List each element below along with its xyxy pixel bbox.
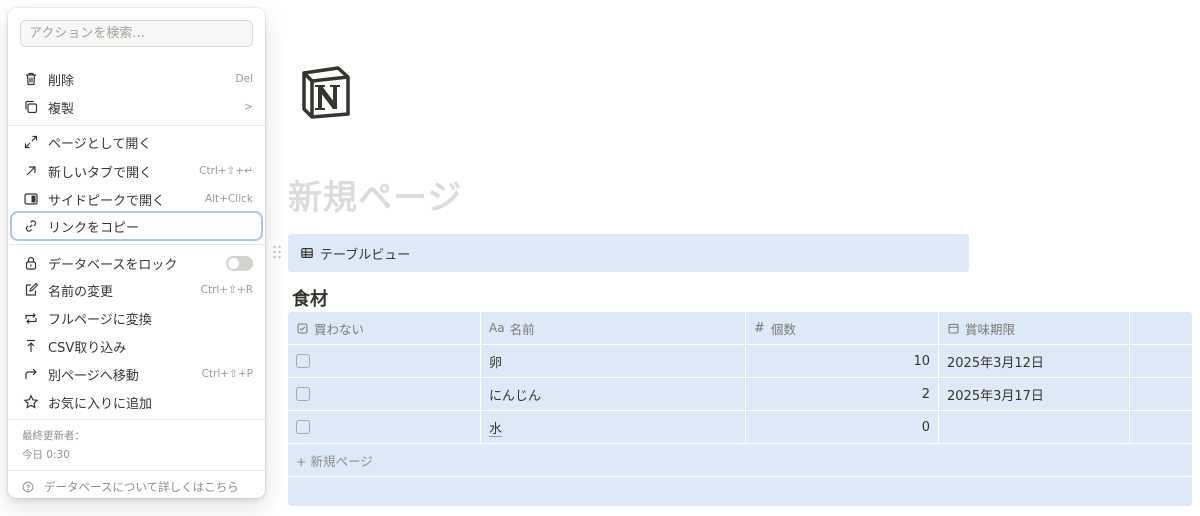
menu-item-csv-import[interactable]: CSV取り込み: [12, 333, 261, 359]
database-help-link[interactable]: データベースについて詳しくはこちら: [22, 478, 239, 496]
import-icon: [22, 337, 40, 355]
expiry-cell[interactable]: 2025年3月12日: [938, 345, 1129, 377]
context-menu: 削除 Del 複製 > ページとして開く 新しいタブで開く Ctrl+⇧+↵: [8, 8, 265, 498]
table-row[interactable]: 卵 10 2025年3月12日: [288, 345, 1192, 378]
view-tab-bar: テーブルビュー: [288, 234, 969, 272]
database-title[interactable]: 食材: [292, 285, 328, 311]
count-cell[interactable]: 10: [745, 345, 938, 377]
row-checkbox[interactable]: [296, 387, 310, 401]
help-icon: [22, 481, 34, 493]
empty-cell: [1129, 378, 1192, 410]
table-row[interactable]: にんじん 2 2025年3月17日: [288, 378, 1192, 411]
side-peek-icon: [22, 190, 40, 208]
last-edited-label: 最終更新者：: [22, 430, 85, 442]
menu-divider: [8, 244, 265, 245]
lock-icon: [22, 254, 40, 272]
menu-item-open-as-page[interactable]: ページとして開く: [12, 129, 261, 155]
empty-cell: [1129, 411, 1192, 443]
row-checkbox-cell: [288, 411, 480, 443]
row-checkbox[interactable]: [296, 354, 310, 368]
page: 削除 Del 複製 > ページとして開く 新しいタブで開く Ctrl+⇧+↵: [0, 0, 1200, 516]
last-edited-time: 今日 0:30: [22, 449, 70, 461]
table-row[interactable]: 水 0: [288, 411, 1192, 444]
expiry-cell[interactable]: 2025年3月17日: [938, 378, 1129, 410]
name-cell[interactable]: 卵: [480, 345, 745, 377]
new-page-button[interactable]: + 新規ページ: [296, 444, 373, 476]
expiry-cell[interactable]: [938, 411, 1129, 443]
notion-logo-icon: [302, 66, 350, 119]
menu-divider: [8, 125, 265, 126]
menu-item-lock-database[interactable]: データベースをロック: [12, 250, 261, 276]
count-cell[interactable]: 0: [745, 411, 938, 443]
menu-item-open-new-tab[interactable]: 新しいタブで開く Ctrl+⇧+↵: [12, 158, 261, 184]
menu-item-duplicate[interactable]: 複製 >: [12, 94, 261, 120]
database-table: 買わない Aa 名前 # 個数 賞味期限 卵 10 2025年3月12日 にんじ…: [288, 312, 1192, 506]
count-cell[interactable]: 2: [745, 378, 938, 410]
number-icon: #: [754, 320, 765, 336]
name-cell[interactable]: 水: [480, 411, 745, 443]
link-icon: [22, 217, 40, 235]
menu-item-delete[interactable]: 削除 Del: [12, 66, 261, 92]
row-checkbox-cell: [288, 378, 480, 410]
new-row-bar: + 新規ページ: [288, 444, 1192, 477]
menu-item-add-favorite[interactable]: お気に入りに追加: [12, 389, 261, 415]
column-header-checkbox[interactable]: 買わない: [288, 312, 480, 344]
table-icon: [301, 248, 313, 258]
menu-item-convert-full-page[interactable]: フルページに変換: [12, 305, 261, 331]
menu-item-open-side-peek[interactable]: サイドピークで開く Alt+Click: [12, 186, 261, 212]
calendar-icon: [948, 323, 959, 333]
tab-table-view[interactable]: テーブルビュー: [320, 244, 410, 263]
menu-item-copy-link[interactable]: リンクをコピー: [12, 213, 261, 239]
arrow-up-right-icon: [22, 162, 40, 180]
trash-icon: [22, 70, 40, 88]
rename-icon: [22, 281, 40, 299]
checkbox-icon: [297, 323, 308, 333]
menu-divider: [8, 419, 265, 420]
menu-divider: [8, 470, 265, 471]
column-header-name[interactable]: Aa 名前: [480, 312, 745, 344]
drag-handle-icon[interactable]: [272, 244, 282, 260]
menu-item-rename[interactable]: 名前の変更 Ctrl+⇧+R: [12, 277, 261, 303]
name-cell[interactable]: にんじん: [480, 378, 745, 410]
page-title[interactable]: 新規ページ: [288, 170, 462, 219]
row-checkbox[interactable]: [296, 420, 310, 434]
column-header-expiry[interactable]: 賞味期限: [938, 312, 1129, 344]
lock-toggle[interactable]: [226, 255, 253, 271]
star-icon: [22, 393, 40, 411]
text-icon: Aa: [489, 321, 505, 335]
move-icon: [22, 365, 40, 383]
column-header-empty: [1129, 312, 1192, 344]
expand-icon: [22, 133, 40, 151]
duplicate-icon: [22, 98, 40, 116]
column-header-count[interactable]: # 個数: [745, 312, 938, 344]
empty-cell: [1129, 345, 1192, 377]
menu-item-move-to[interactable]: 別ページへ移動 Ctrl+⇧+P: [12, 361, 261, 387]
row-checkbox-cell: [288, 345, 480, 377]
action-search-input[interactable]: [20, 20, 253, 47]
convert-icon: [22, 309, 40, 327]
table-header: 買わない Aa 名前 # 個数 賞味期限: [288, 312, 1192, 345]
